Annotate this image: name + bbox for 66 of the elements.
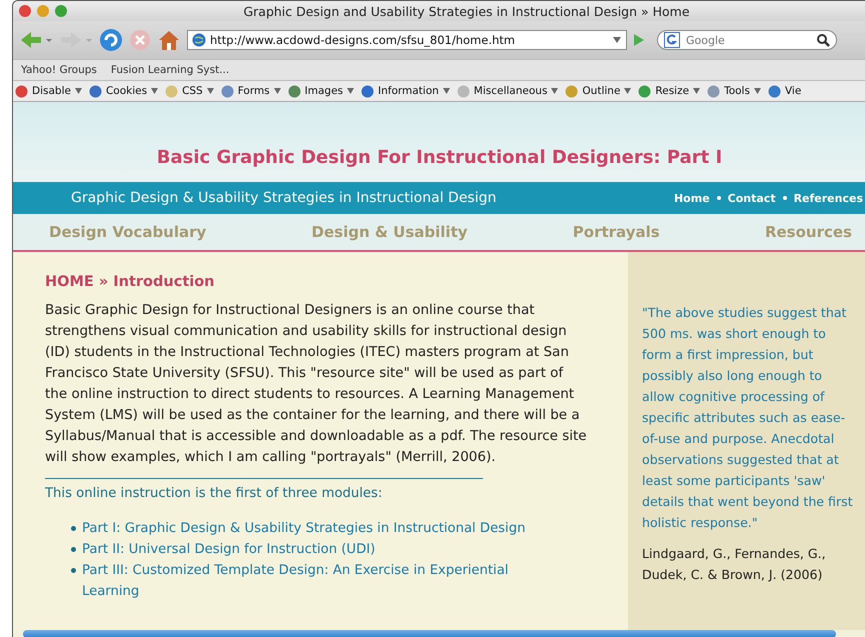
home-icon[interactable]: [157, 29, 181, 51]
nav-link[interactable]: Contact: [728, 192, 776, 204]
toolbar-menu[interactable]: Information: [361, 84, 450, 98]
close-icon[interactable]: [19, 5, 31, 17]
toolbar-icon: [165, 84, 178, 98]
search-engine-icon[interactable]: [664, 32, 680, 48]
dropdown-caret-icon[interactable]: [442, 88, 450, 94]
toolbar-menu[interactable]: Resize: [638, 84, 700, 98]
bookmark-link[interactable]: Fusion Learning Syst...: [110, 64, 230, 76]
dropdown-caret-icon[interactable]: [206, 88, 214, 94]
url-text: http://www.acdowd-designs.com/sfsu_801/home.htm: [210, 33, 516, 47]
search-input[interactable]: Google: [684, 32, 813, 48]
toolbar-icon: [638, 84, 652, 98]
toolbar-menu[interactable]: Tools: [707, 84, 761, 98]
dropdown-caret-icon[interactable]: [754, 88, 761, 94]
dropdown-caret-icon[interactable]: [274, 88, 281, 94]
separator-dot-icon: [716, 196, 721, 200]
toolbar-menu[interactable]: Disable: [15, 84, 82, 98]
dropdown-caret-icon[interactable]: [624, 88, 632, 94]
toolbar-menu[interactable]: Miscellaneous: [456, 84, 558, 98]
site-title: Basic Graphic Design For Instructional Designers: Part I: [156, 147, 722, 168]
separator-dot-icon: [782, 196, 787, 200]
toolbar-icon: [768, 84, 781, 98]
toolbar-icon: [707, 84, 720, 98]
dropdown-caret-icon[interactable]: [612, 36, 622, 44]
modules-intro: This online instruction is the first of three modules:: [45, 485, 384, 503]
toolbar-icon: [15, 84, 28, 98]
toolbar-icon: [88, 84, 102, 98]
module-link[interactable]: Part I: Graphic Design & Usability Strategies in Instructional Design: [82, 518, 552, 539]
dropdown-caret-icon[interactable]: [693, 88, 700, 94]
globe-icon: [192, 33, 206, 47]
nav-link[interactable]: References: [794, 192, 863, 204]
module-link[interactable]: Part III: Customized Template Design: An Exercise in Experiential Learning: [82, 560, 552, 602]
search-icon[interactable]: [817, 34, 830, 46]
bookmark-link[interactable]: Yahoo! Groups: [21, 64, 97, 76]
bullet-icon: [71, 568, 76, 573]
dropdown-caret-icon[interactable]: [551, 88, 558, 94]
address-field[interactable]: http://www.acdowd-designs.com/sfsu_801/home.htm: [187, 30, 627, 50]
banner-subtitle: Graphic Design & Usability Strategies in Instructional Design: [71, 190, 496, 206]
horizontal-scrollbar[interactable]: [23, 630, 836, 637]
bullet-icon: [71, 526, 76, 531]
reload-icon[interactable]: [99, 28, 123, 52]
module-link[interactable]: Part II: Universal Design for Instruction (UDI): [82, 539, 552, 560]
window-title: Graphic Design and Usability Strategies in Instructional Design » Home: [242, 4, 691, 18]
toolbar-icon: [220, 84, 234, 98]
intro-paragraph: Basic Graphic Design for Instructional Designers is an online course that strengthens visual communication and usability skills for instructional design (ID) students in the Instructional Technologies (ITEC) masters program at San Francisco State University (SFSU). This "resource site" will be used as part of the online instruction to direct students to resources. A Learning Management System (LMS) will be used as the container for the learning, and there will be a Syllabus/Manual that is accessible and downloadable as a pdf. The resource site will show examples, which I am calling "portrayals" (Merrill, 2006).: [45, 301, 588, 467]
toolbar-menu[interactable]: Outline: [565, 84, 632, 98]
breadcrumb: HOME » Introduction: [45, 274, 216, 290]
toolbar-icon: [361, 84, 374, 98]
dropdown-caret-icon[interactable]: [347, 88, 354, 94]
toolbar-menu[interactable]: Images: [288, 84, 354, 98]
nav-link[interactable]: Home: [674, 192, 710, 204]
toolbar-menu[interactable]: Forms: [220, 84, 281, 98]
quote-text: "The above studies suggest that 500 ms. was short enough to form a first impression, but possibly also long enough to allow cognitive processing of specific attributes such as ease-of-use and purpose. Anecdotal observations suggested that at least some participants 'saw' details that went beyond the first holistic response.": [642, 304, 854, 532]
toolbar-menu[interactable]: CSS: [165, 84, 214, 98]
citation-text: Lindgaard, G., Fernandes, G., Dudek, C. & Brown, J. (2006): [642, 545, 827, 584]
dropdown-caret-icon[interactable]: [74, 88, 82, 94]
toolbar-menu[interactable]: Cookies: [88, 84, 158, 98]
toolbar-menu[interactable]: Vie: [768, 84, 802, 98]
zoom-icon[interactable]: [55, 5, 67, 17]
search-field[interactable]: Google: [657, 30, 837, 50]
dropdown-caret-icon[interactable]: [151, 88, 158, 94]
toolbar-icon: [565, 84, 578, 98]
bullet-icon: [71, 547, 76, 552]
toolbar-icon: [288, 84, 301, 98]
toolbar-icon: [456, 84, 470, 98]
